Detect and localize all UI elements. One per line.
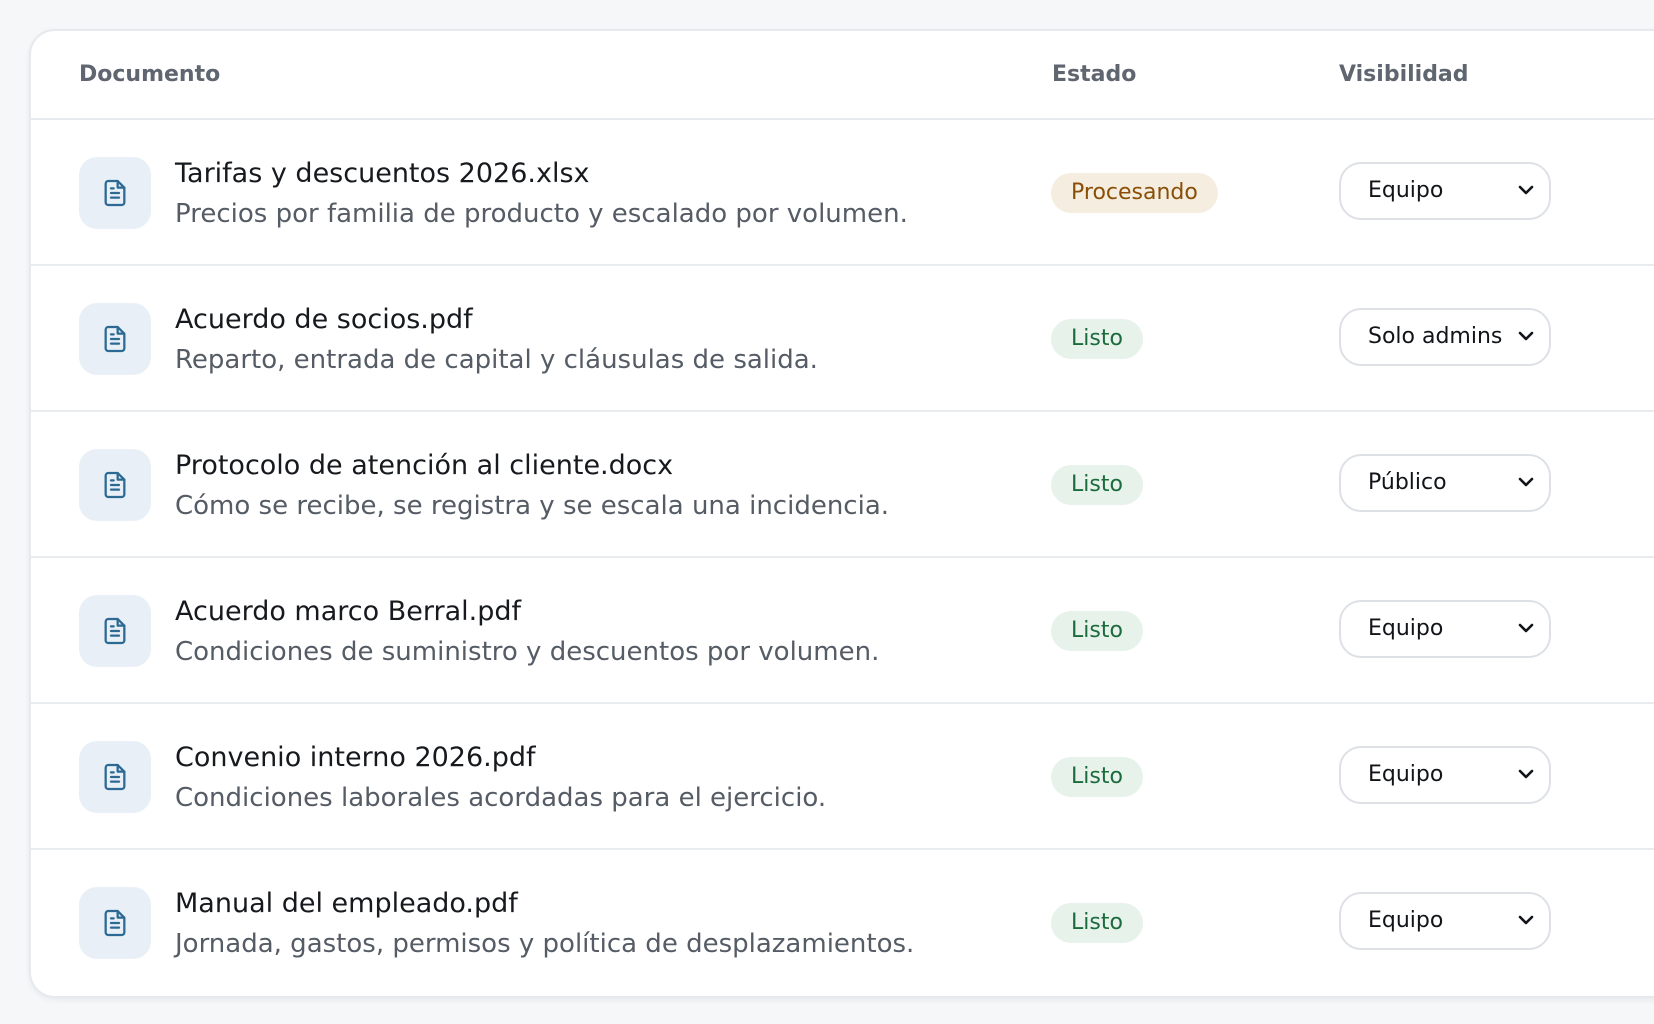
table-row[interactable]: Protocolo de atención al cliente.docx Có… [31,412,1654,558]
table-header: Documento Estado Visibilidad [31,31,1654,120]
table-row[interactable]: Tarifas y descuentos 2026.xlsx Precios p… [31,120,1654,266]
chevron-down-icon [1518,331,1534,341]
document-icon [79,303,151,375]
visibility-select-value: Solo admins [1368,324,1503,349]
documents-table: Documento Estado Visibilidad Tarifas y d… [29,29,1654,998]
chevron-down-icon [1518,185,1534,195]
status-badge: Listo [1051,319,1143,359]
document-name[interactable]: Acuerdo de socios.pdf [175,304,473,335]
visibility-select[interactable]: Equipo [1339,600,1551,658]
document-name[interactable]: Tarifas y descuentos 2026.xlsx [175,158,590,189]
chevron-down-icon [1518,769,1534,779]
document-description: Precios por familia de producto y escala… [175,199,908,229]
status-badge: Procesando [1051,173,1218,213]
document-name[interactable]: Protocolo de atención al cliente.docx [175,450,673,481]
visibility-select-value: Equipo [1368,616,1444,641]
visibility-select[interactable]: Equipo [1339,892,1551,950]
column-header-status: Estado [1052,62,1137,87]
chevron-down-icon [1518,477,1534,487]
document-description: Reparto, entrada de capital y cláusulas … [175,345,818,375]
document-description: Condiciones de suministro y descuentos p… [175,637,880,667]
status-badge: Listo [1051,757,1143,797]
column-header-visibility: Visibilidad [1339,62,1469,87]
chevron-down-icon [1518,623,1534,633]
document-description: Cómo se recibe, se registra y se escala … [175,491,890,521]
visibility-select-value: Equipo [1368,178,1444,203]
document-icon [79,449,151,521]
visibility-select-value: Equipo [1368,762,1444,787]
status-badge: Listo [1051,903,1143,943]
table-row[interactable]: Acuerdo de socios.pdf Reparto, entrada d… [31,266,1654,412]
column-header-document: Documento [79,62,221,87]
document-name[interactable]: Convenio interno 2026.pdf [175,742,536,773]
document-description: Condiciones laborales acordadas para el … [175,783,827,813]
document-icon [79,157,151,229]
chevron-down-icon [1518,915,1534,925]
document-icon [79,595,151,667]
table-row[interactable]: Convenio interno 2026.pdf Condiciones la… [31,704,1654,850]
visibility-select[interactable]: Equipo [1339,162,1551,220]
visibility-select[interactable]: Solo admins [1339,308,1551,366]
document-name[interactable]: Acuerdo marco Berral.pdf [175,596,521,627]
visibility-select[interactable]: Público [1339,454,1551,512]
document-icon [79,741,151,813]
document-description: Jornada, gastos, permisos y política de … [175,929,915,959]
status-badge: Listo [1051,465,1143,505]
status-badge: Listo [1051,611,1143,651]
visibility-select-value: Público [1368,470,1447,495]
document-name[interactable]: Manual del empleado.pdf [175,888,518,919]
table-row[interactable]: Acuerdo marco Berral.pdf Condiciones de … [31,558,1654,704]
visibility-select-value: Equipo [1368,908,1444,933]
table-row[interactable]: Manual del empleado.pdf Jornada, gastos,… [31,850,1654,994]
document-icon [79,887,151,959]
visibility-select[interactable]: Equipo [1339,746,1551,804]
